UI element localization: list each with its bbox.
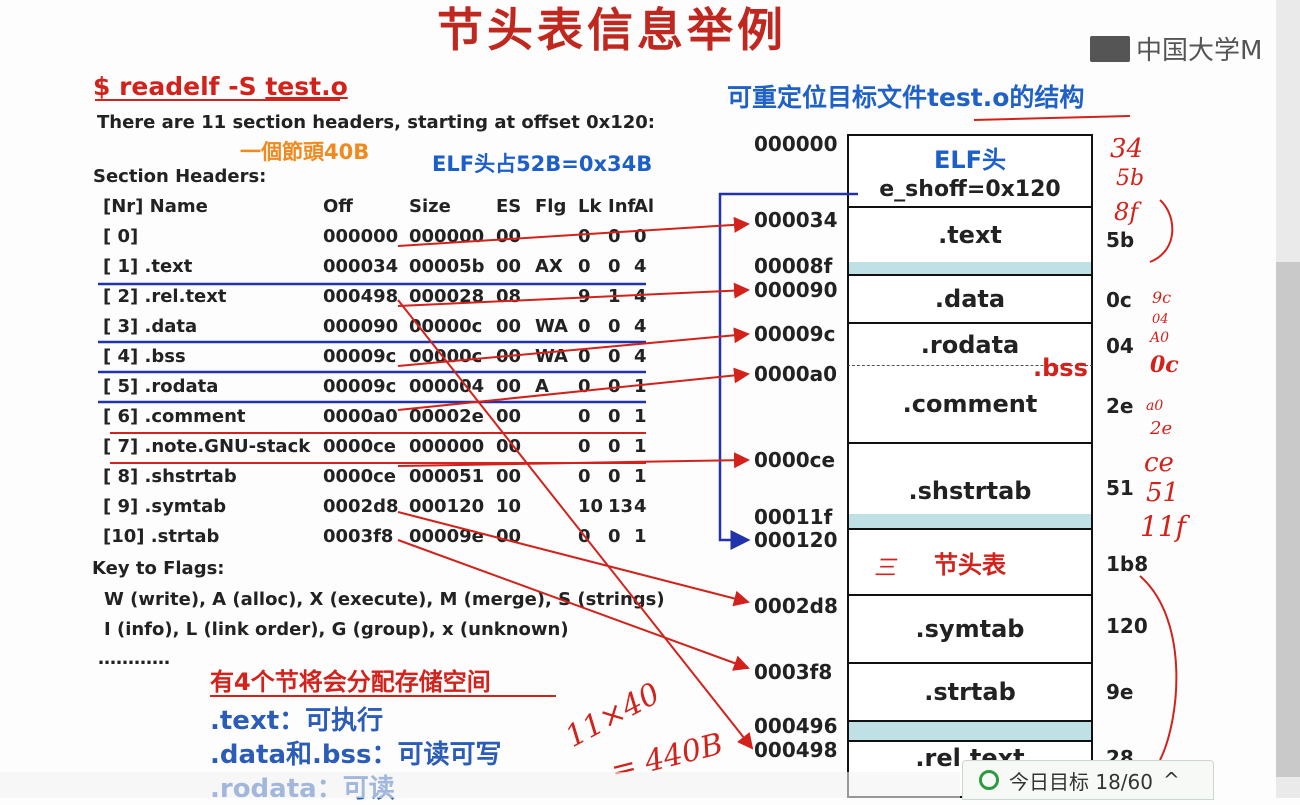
progress-ring-icon — [979, 770, 999, 790]
bottom-fade — [0, 772, 960, 798]
shoff-pointer — [718, 192, 858, 550]
arrow-bss — [397, 327, 750, 367]
hand-curve-1 — [1149, 199, 1174, 263]
scrollbar-thumb[interactable] — [1276, 262, 1300, 777]
arrow-data — [397, 282, 750, 307]
annotation-layer — [95, 99, 1178, 761]
red-underline-diagram — [973, 115, 1131, 121]
hand-curve-2 — [1139, 575, 1178, 761]
arrow-rel-text — [397, 299, 754, 750]
arrow-rodata — [397, 367, 750, 411]
arrow-symtab — [397, 511, 750, 607]
daily-goal-label: 今日目标 18/60 — [1009, 769, 1153, 794]
daily-goal-widget[interactable]: 今日目标 18/60 ^ — [962, 760, 1214, 800]
arrow-strtab — [397, 539, 750, 671]
chevron-up-icon[interactable]: ^ — [1163, 768, 1180, 792]
arrow-text — [397, 216, 750, 247]
scrollbar[interactable] — [1276, 0, 1300, 798]
